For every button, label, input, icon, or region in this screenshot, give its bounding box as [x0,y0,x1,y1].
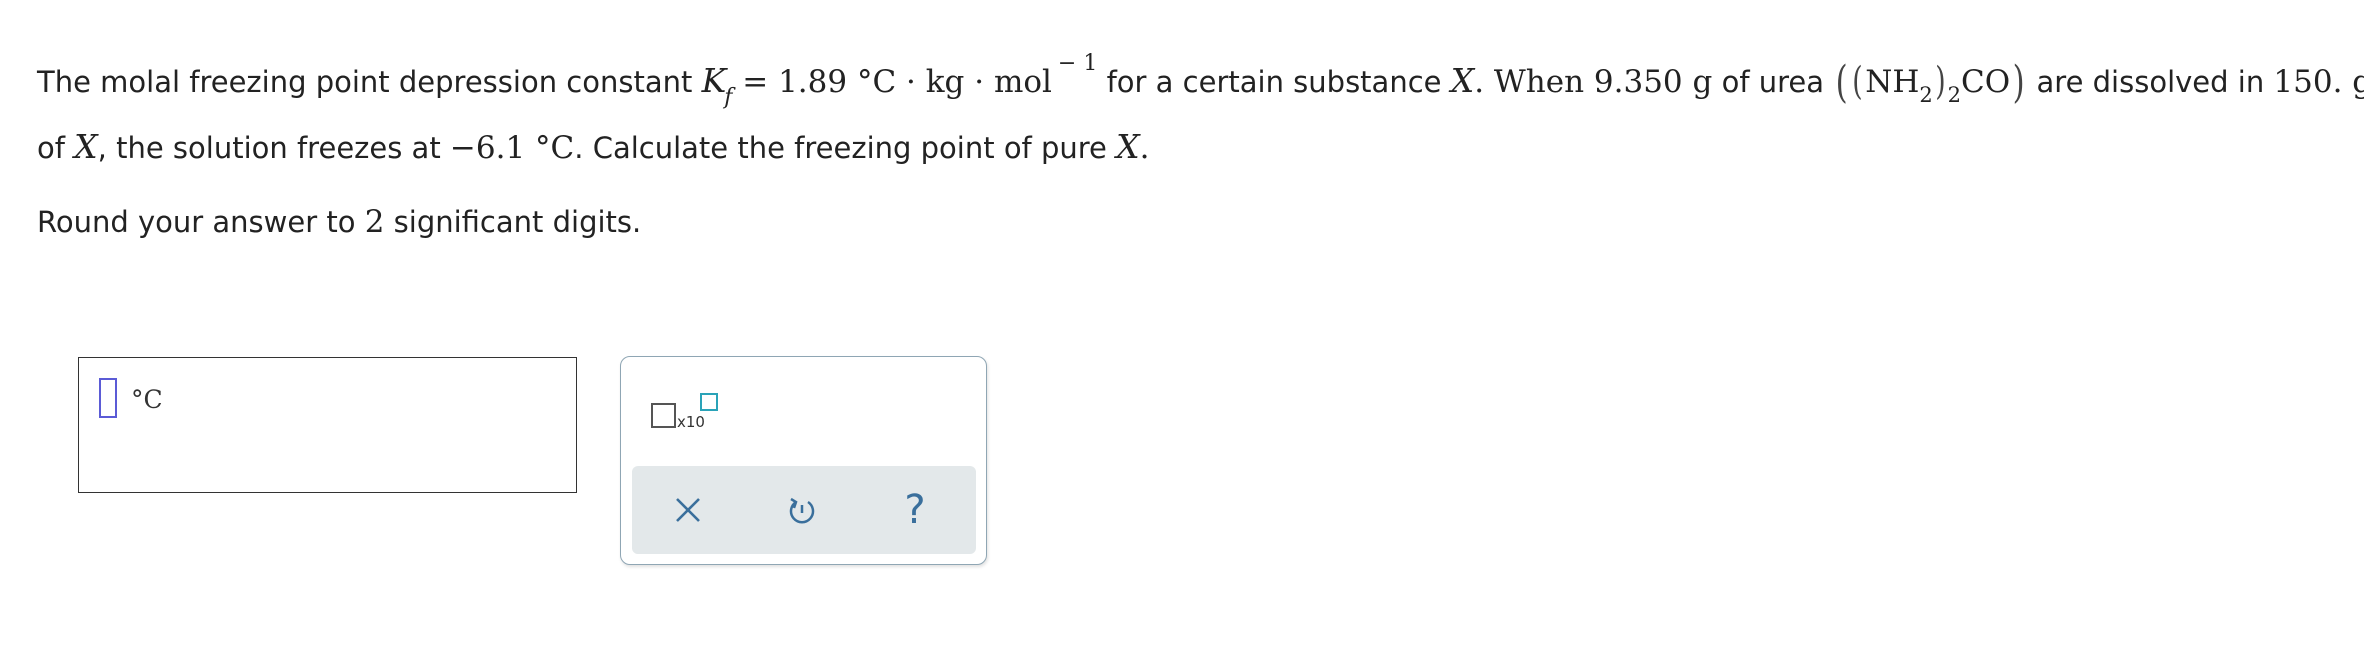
math-variable: X [1450,61,1475,100]
question-line-1: The molal freezing point depression cons… [37,53,2364,109]
help-button[interactable]: ? [890,485,940,535]
undo-button[interactable] [777,485,827,535]
scientific-notation-button[interactable]: x10 [651,393,721,443]
answer-unit: °C [131,385,163,414]
math-variable: X [1116,127,1140,166]
question-text: for a certain substance [1097,65,1451,99]
math-palette: x10 ? [620,356,987,565]
math-expression: = 1.89 °C · kg · mol [732,64,1052,100]
math-variable: K [701,61,727,100]
formula-subscript: 2 [1919,83,1933,107]
question-text: . When [1474,64,1594,100]
undo-icon [789,497,815,524]
exponent-placeholder-icon [700,393,718,411]
close-icon [676,498,700,522]
answer-input[interactable]: °C [78,357,577,493]
chemical-formula: ((NH2) 2CO) [1835,57,2025,108]
math-value: 150. g [2273,64,2364,100]
times-ten-label: x10 [677,413,705,431]
math-value: 9.350 g [1593,64,1713,100]
math-variable: X [74,127,98,166]
formula-part: NH [1865,64,1920,100]
answer-cursor[interactable] [99,378,117,418]
question-line-2: of X, the solution freezes at −6.1 °C. C… [37,130,1149,164]
question-text: Round your answer to [37,205,365,239]
question-text: of urea [1712,65,1834,99]
math-value: 2 [364,204,385,240]
action-bar: ? [632,466,976,554]
question-text: significant digits. [384,205,642,239]
help-icon: ? [904,487,926,533]
formula-part: CO [1961,64,2011,100]
base-placeholder-icon [651,403,676,428]
math-subscript: f [724,85,733,110]
question-line-3: Round your answer to 2 significant digit… [37,207,641,238]
question-text: of [37,131,75,165]
question-text: . Calculate the freezing point of pure [574,131,1117,165]
math-superscript: − 1 [1057,51,1098,76]
question-text: are dissolved in [2027,65,2274,99]
clear-button[interactable] [663,485,713,535]
formula-subscript: 2 [1947,83,1961,107]
math-value: −6.1 °C [449,130,575,166]
question-text: The molal freezing point depression cons… [37,65,702,99]
question-text: , the solution freezes at [97,131,450,165]
question-text: . [1139,130,1150,166]
